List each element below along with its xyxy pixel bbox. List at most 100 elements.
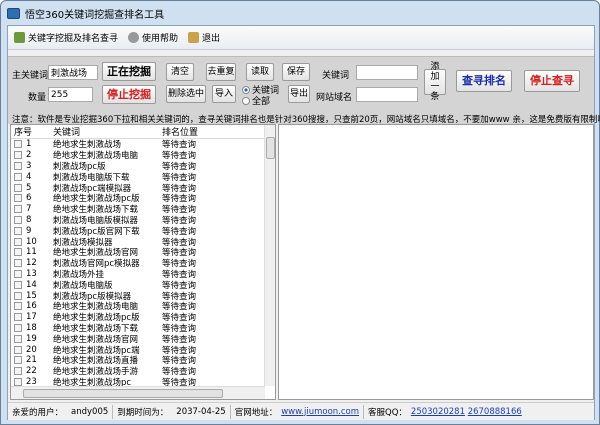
main-keyword-label: 主关键词 — [12, 71, 49, 81]
table-row[interactable]: 10 刺激战场模拟器 等待查询 — [11, 236, 275, 248]
row-index: 17 — [11, 312, 51, 322]
row-checkbox[interactable] — [14, 269, 22, 278]
table-row[interactable]: 13 刺激战场外挂 等待查询 — [11, 269, 275, 280]
row-index: 7 — [11, 204, 51, 214]
keyword-input[interactable] — [356, 65, 418, 80]
username: andy005 — [71, 406, 109, 417]
table-row[interactable]: 3 刺激战场pc版 等待查询 — [11, 161, 275, 172]
row-checkbox[interactable] — [14, 259, 22, 268]
stop-query-button[interactable]: 停止查寻 — [524, 70, 580, 92]
table-row[interactable]: 8 刺激战场电脑版模拟器 等待查询 — [11, 215, 275, 226]
header-keyword[interactable]: 关键词 — [51, 125, 159, 138]
row-checkbox[interactable] — [14, 194, 22, 203]
mining-button[interactable]: 正在挖掘 — [102, 62, 156, 81]
row-checkbox[interactable] — [14, 151, 22, 160]
table-row[interactable]: 5 刺激战场pc端模拟器 等待查询 — [11, 182, 275, 194]
table-row[interactable]: 15 刺激战场pc版模拟器 等待查询 — [11, 290, 275, 302]
table-row[interactable]: 18 绝地求生刺激战场下载 等待查询 — [11, 323, 275, 334]
client-area: 关键字挖掘及排名查寻 使用帮助 退出 主关键词 数量 正在挖掘 停止挖掘 清空 … — [7, 25, 600, 420]
row-checkbox[interactable] — [14, 313, 22, 322]
keyword-list[interactable]: 序号 关键词 排名位置 1 绝地求生刺激战场 等待查询 2 绝地求生刺激战场电脑 等待查询… — [10, 124, 276, 400]
query-rank-button[interactable]: 查寻排名 — [456, 70, 512, 92]
table-row[interactable]: 21 绝地求生刺激战场直播 等待查询 — [11, 355, 275, 366]
row-index: 15 — [11, 291, 51, 301]
table-row[interactable]: 9 刺激战场pc版官网下载 等待查询 — [11, 225, 275, 237]
export-button[interactable]: 导出 — [288, 85, 310, 103]
index-text: 14 — [26, 279, 37, 290]
row-index: 1 — [11, 139, 51, 149]
row-checkbox[interactable] — [14, 280, 22, 289]
table-row[interactable]: 19 绝地求生刺激战场官网 等待查询 — [11, 333, 275, 345]
row-checkbox[interactable] — [14, 161, 22, 170]
keyword-label: 关键词 — [322, 71, 350, 81]
qq-link-2[interactable]: 2670888166 — [468, 407, 522, 417]
row-checkbox[interactable] — [14, 302, 22, 311]
row-index: 16 — [11, 301, 51, 311]
table-row[interactable]: 17 绝地求生刺激战场pc版 等待查询 — [11, 312, 275, 323]
row-index: 12 — [11, 258, 51, 268]
list-header: 序号 关键词 排名位置 — [11, 125, 275, 139]
row-index: 18 — [11, 323, 51, 333]
save-button[interactable]: 保存 — [282, 63, 310, 81]
row-checkbox[interactable] — [14, 367, 22, 376]
header-index[interactable]: 序号 — [11, 125, 51, 138]
count-input[interactable] — [48, 87, 93, 102]
index-text: 1 — [26, 139, 32, 150]
row-checkbox[interactable] — [14, 183, 22, 192]
table-row[interactable]: 11 绝地求生刺激战场官网 等待查询 — [11, 247, 275, 258]
table-row[interactable]: 16 绝地求生刺激战场电脑 等待查询 — [11, 301, 275, 312]
header-rank[interactable]: 排名位置 — [159, 125, 263, 138]
row-checkbox[interactable] — [14, 172, 22, 181]
index-text: 5 — [26, 182, 32, 193]
clear-button[interactable]: 清空 — [166, 63, 194, 81]
stop-mining-button[interactable]: 停止挖掘 — [102, 85, 156, 104]
delete-selected-button[interactable]: 删除选中 — [166, 85, 206, 103]
add-one-button[interactable]: 添加一条 — [424, 62, 446, 102]
table-row[interactable]: 12 刺激战场官网pc模拟器 等待查询 — [11, 258, 275, 269]
row-checkbox[interactable] — [14, 226, 22, 235]
menu-keyword-mining[interactable]: 关键字挖掘及排名查寻 — [14, 31, 118, 44]
read-button[interactable]: 读取 — [246, 63, 274, 81]
table-row[interactable]: 14 刺激战场电脑版 等待查询 — [11, 279, 275, 291]
result-panel — [278, 124, 594, 400]
row-index: 13 — [11, 269, 51, 279]
row-checkbox[interactable] — [14, 377, 22, 386]
row-checkbox[interactable] — [14, 323, 22, 332]
row-index: 2 — [11, 150, 51, 160]
index-text: 2 — [26, 150, 32, 161]
table-row[interactable]: 22 绝地求生刺激战场手游 等待查询 — [11, 366, 275, 377]
table-row[interactable]: 4 刺激战场电脑版下载 等待查询 — [11, 171, 275, 183]
row-index: 14 — [11, 280, 51, 290]
radio-all[interactable]: 全部 — [242, 94, 270, 107]
row-checkbox[interactable] — [14, 215, 22, 224]
index-text: 4 — [26, 171, 32, 182]
row-checkbox[interactable] — [14, 205, 22, 214]
horizontal-scrollbar[interactable] — [11, 386, 265, 399]
index-text: 17 — [26, 312, 37, 323]
dedupe-button[interactable]: 去重复 — [206, 63, 236, 81]
row-checkbox[interactable] — [14, 334, 22, 343]
vertical-scrollbar[interactable] — [264, 125, 275, 386]
row-checkbox[interactable] — [14, 356, 22, 365]
row-checkbox[interactable] — [14, 237, 22, 246]
menu-exit[interactable]: 退出 — [188, 31, 220, 44]
main-keyword-input[interactable] — [48, 65, 98, 80]
table-row[interactable]: 7 绝地求生刺激战场下载 等待查询 — [11, 204, 275, 215]
scroll-thumb[interactable] — [266, 137, 275, 159]
row-index: 11 — [11, 247, 51, 257]
import-button[interactable]: 导入 — [212, 85, 236, 103]
table-row[interactable]: 2 绝地求生刺激战场电脑 等待查询 — [11, 150, 275, 161]
row-index: 8 — [11, 215, 51, 225]
table-row[interactable]: 20 绝地求生刺激战场pc端 等待查询 — [11, 344, 275, 356]
domain-input[interactable] — [356, 87, 418, 102]
table-row[interactable]: 6 绝地求生刺激战场pc版 等待查询 — [11, 193, 275, 204]
scroll-thumb[interactable] — [23, 389, 223, 398]
row-checkbox[interactable] — [14, 248, 22, 257]
row-checkbox[interactable] — [14, 140, 22, 149]
row-checkbox[interactable] — [14, 345, 22, 354]
row-checkbox[interactable] — [14, 291, 22, 300]
table-row[interactable]: 1 绝地求生刺激战场 等待查询 — [11, 139, 275, 150]
menu-help[interactable]: 使用帮助 — [128, 31, 178, 44]
qq-link-1[interactable]: 2503020281 — [411, 407, 465, 417]
site-link[interactable]: www.jiumoon.com — [281, 407, 359, 417]
